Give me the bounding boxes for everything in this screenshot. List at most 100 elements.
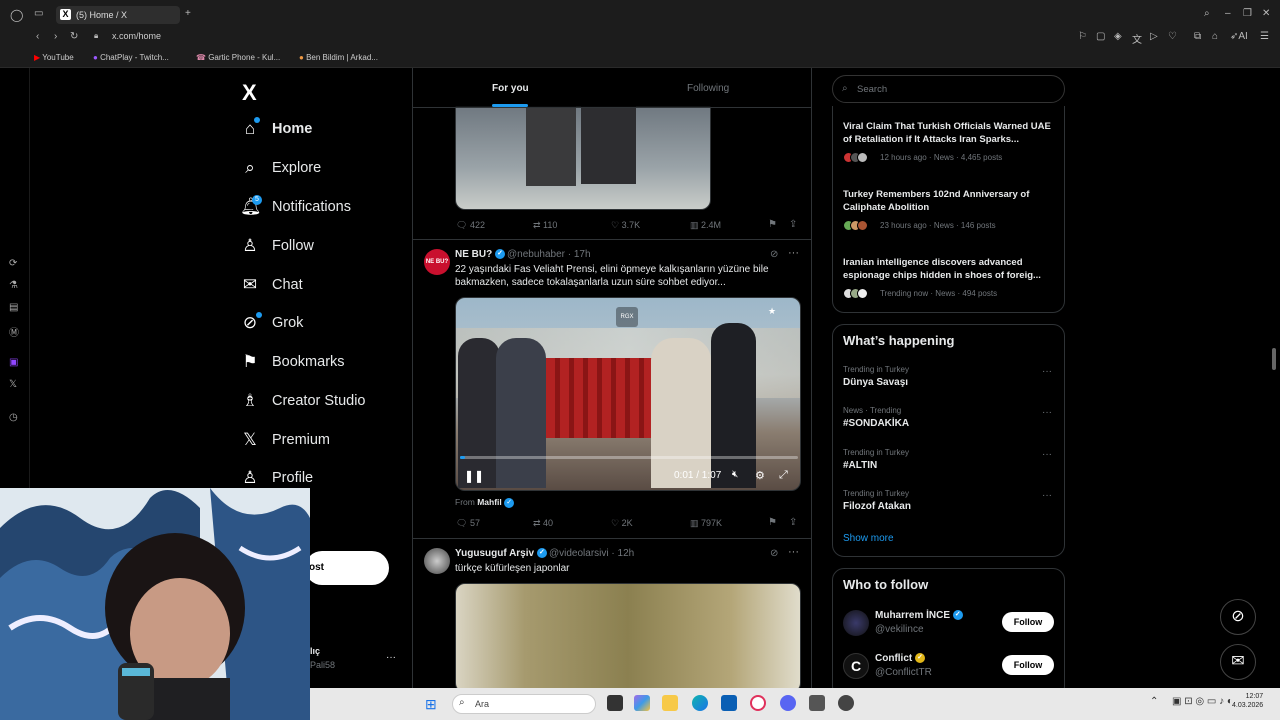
tab-for-you[interactable]: For you bbox=[492, 83, 529, 94]
nav-bookmarks[interactable]: ⚑ Bookmarks bbox=[240, 347, 344, 377]
author-handle[interactable]: @videolarsivi · 12h bbox=[549, 548, 634, 559]
post-media-video[interactable] bbox=[455, 583, 801, 693]
news-title[interactable]: Turkey Remembers 102nd Anniversary of Ca… bbox=[843, 188, 1058, 214]
bookmark-page-icon[interactable]: ⚐ bbox=[1078, 31, 1087, 42]
translate-icon[interactable]: 文 bbox=[1132, 31, 1142, 46]
nav-follow[interactable]: ♙ Follow bbox=[240, 231, 314, 261]
ai-button[interactable]: ➶AI bbox=[1230, 31, 1248, 42]
close-window-icon[interactable]: ✕ bbox=[1262, 8, 1270, 19]
grok-post-icon[interactable]: ⊘ bbox=[770, 249, 778, 260]
search-tabs-icon[interactable]: ⌕ bbox=[1204, 8, 1210, 19]
trend-more-icon[interactable]: ··· bbox=[1042, 366, 1052, 377]
browser-tab-home[interactable]: X (5) Home / X bbox=[56, 6, 180, 24]
grok-fab-icon[interactable]: ⊘ bbox=[1220, 599, 1256, 635]
menu-icon[interactable]: ☰ bbox=[1260, 31, 1269, 42]
conflict-logo-icon[interactable]: C bbox=[843, 653, 869, 679]
video-player[interactable]: RGX ★ ❚❚ 0:01 / 1:07 🔇︎ ⚙ ⤢ bbox=[455, 297, 801, 491]
more-icon[interactable]: ··· bbox=[788, 247, 799, 259]
nav-creator-studio[interactable]: ♗ Creator Studio bbox=[240, 386, 365, 416]
nav-grok[interactable]: ⊘ Grok bbox=[240, 308, 304, 338]
trend-more-icon[interactable]: ··· bbox=[1042, 407, 1052, 418]
post-media-image[interactable] bbox=[455, 106, 711, 210]
history-icon[interactable]: ⟳ bbox=[9, 258, 17, 269]
clock-icon[interactable]: ◷ bbox=[9, 412, 18, 423]
reply-button[interactable]: 🗨︎ 57 bbox=[456, 518, 480, 529]
tab-menu-icon[interactable]: ▭ bbox=[34, 8, 43, 19]
play-icon[interactable]: ▷ bbox=[1150, 31, 1158, 42]
views-button[interactable]: ▥ 797K bbox=[690, 518, 722, 529]
avatar[interactable]: NE BU? bbox=[424, 249, 450, 275]
pause-icon[interactable]: ❚❚ bbox=[464, 469, 484, 483]
suggested-name[interactable]: Conflict ✓ bbox=[875, 653, 925, 664]
video-progress-track[interactable] bbox=[460, 456, 798, 459]
store-icon[interactable] bbox=[721, 695, 737, 711]
trend-name[interactable]: Filozof Atakan bbox=[843, 501, 911, 512]
grok-post-icon[interactable]: ⊘ bbox=[770, 548, 778, 559]
tray-chevron-icon[interactable]: ⌃ bbox=[1150, 696, 1158, 707]
app-icon[interactable] bbox=[838, 695, 854, 711]
new-tab-icon[interactable]: + bbox=[185, 8, 191, 19]
snapshot-icon[interactable]: ▢ bbox=[1096, 31, 1105, 42]
edge-icon[interactable] bbox=[692, 695, 708, 711]
author-name[interactable]: NE BU? ✓ bbox=[455, 249, 506, 260]
news-title[interactable]: Iranian intelligence discovers advanced … bbox=[843, 256, 1058, 282]
heart-icon[interactable]: ♡ bbox=[1168, 31, 1177, 42]
notes-icon[interactable]: ▤ bbox=[9, 302, 18, 313]
suggested-name[interactable]: Muharrem İNCE ✓ bbox=[875, 610, 963, 621]
follow-button[interactable]: Follow bbox=[1002, 655, 1054, 675]
account-more-icon[interactable]: ··· bbox=[386, 652, 396, 663]
file-explorer-icon[interactable] bbox=[662, 695, 678, 711]
avatar[interactable] bbox=[424, 548, 450, 574]
twitch-icon[interactable]: ▣ bbox=[9, 357, 18, 368]
forward-icon[interactable]: › bbox=[54, 31, 57, 42]
author-name[interactable]: Yugusuguf Arşiv ✓ bbox=[455, 548, 547, 559]
task-view-icon[interactable] bbox=[607, 695, 623, 711]
minimize-icon[interactable]: – bbox=[1225, 8, 1231, 19]
news-title[interactable]: Viral Claim That Turkish Officials Warne… bbox=[843, 120, 1058, 146]
show-more-link[interactable]: Show more bbox=[843, 533, 894, 544]
copilot-icon[interactable] bbox=[634, 695, 650, 711]
opera-logo-icon[interactable]: ◯ bbox=[10, 8, 23, 22]
x-logo[interactable]: X bbox=[242, 80, 257, 106]
from-name[interactable]: Mahfil bbox=[477, 497, 502, 507]
taskbar-clock[interactable]: 12:07 4.03.2026 bbox=[1232, 692, 1263, 710]
app-icon[interactable] bbox=[809, 695, 825, 711]
fullscreen-icon[interactable]: ⤢ bbox=[779, 469, 788, 482]
mute-icon[interactable]: 🔇︎ bbox=[732, 469, 738, 480]
share-icon[interactable]: ⇪ bbox=[789, 517, 797, 528]
discord-icon[interactable] bbox=[780, 695, 796, 711]
more-icon[interactable]: ··· bbox=[788, 546, 799, 558]
bookmark-youtube[interactable]: ▶ YouTube bbox=[34, 53, 74, 62]
opera-taskbar-icon[interactable] bbox=[750, 695, 766, 711]
post-button[interactable]: ost bbox=[305, 551, 389, 585]
trend-more-icon[interactable]: ··· bbox=[1042, 490, 1052, 501]
share-icon[interactable]: ⇪ bbox=[789, 219, 797, 230]
repost-button[interactable]: ⇄ 40 bbox=[533, 518, 553, 529]
tab-following[interactable]: Following bbox=[687, 83, 729, 94]
bookmark-chatplay[interactable]: ● ChatPlay - Twitch... bbox=[93, 53, 169, 62]
like-button[interactable]: ♡ 2K bbox=[611, 518, 633, 529]
trend-name[interactable]: Dünya Savaşı bbox=[843, 377, 908, 388]
reload-icon[interactable]: ↻ bbox=[70, 31, 78, 42]
aria-icon[interactable]: ⚗ bbox=[9, 280, 18, 291]
url-field[interactable]: x.com/home bbox=[112, 31, 161, 41]
views-button[interactable]: ▥ 2.4M bbox=[690, 220, 721, 231]
avatar[interactable] bbox=[843, 610, 869, 636]
bookmark-icon[interactable]: ⚑ bbox=[768, 219, 777, 230]
extensions-icon[interactable]: ⧉ bbox=[1194, 31, 1201, 42]
author-handle[interactable]: @nebuhaber · 17h bbox=[507, 249, 591, 260]
trend-more-icon[interactable]: ··· bbox=[1042, 449, 1052, 460]
bookmark-gartic[interactable]: ☎ Gartic Phone - Kul... bbox=[196, 53, 280, 62]
wallet-icon[interactable]: ⌂ bbox=[1212, 31, 1218, 42]
page-scrollbar[interactable] bbox=[1272, 348, 1276, 370]
trend-name[interactable]: #SONDAKİKA bbox=[843, 418, 909, 429]
maximize-icon[interactable]: ❐ bbox=[1243, 8, 1252, 19]
x-sidebar-icon[interactable]: 𝕏 bbox=[9, 379, 17, 390]
shield-icon[interactable]: ◈ bbox=[1114, 31, 1122, 42]
search-input[interactable]: Search bbox=[832, 75, 1065, 103]
settings-icon[interactable]: ⚙ bbox=[755, 469, 765, 482]
taskbar-search-input[interactable]: Ara bbox=[452, 694, 596, 714]
like-button[interactable]: ♡ 3.7K bbox=[611, 220, 640, 231]
nav-premium[interactable]: 𝕏 Premium bbox=[240, 425, 330, 455]
messenger-icon[interactable]: Ⓜ bbox=[9, 324, 19, 339]
